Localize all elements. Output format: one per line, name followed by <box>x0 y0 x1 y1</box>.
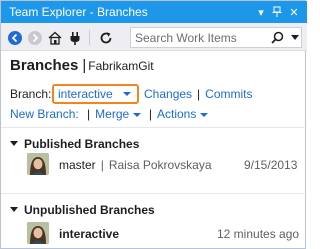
unpublished-section-header[interactable]: Unpublished Branches <box>10 203 155 217</box>
branch-selector-value: interactive <box>58 87 113 101</box>
commits-link[interactable]: Commits <box>205 87 252 101</box>
window-title: Team Explorer - Branches <box>9 5 148 19</box>
link-separator: | <box>197 87 201 101</box>
merge-link[interactable]: Merge <box>95 107 129 121</box>
unpublished-section-title: Unpublished Branches <box>24 203 155 217</box>
toolbar <box>1 23 307 51</box>
collapse-triangle-icon <box>10 141 18 147</box>
search-input[interactable] <box>135 30 265 45</box>
branch-label-row: Branch: <box>10 87 51 101</box>
branch-date: 9/15/2013 <box>244 158 298 172</box>
page-title: Branches <box>10 57 79 74</box>
header-separator: | <box>82 57 87 74</box>
avatar <box>27 222 49 244</box>
published-section-title: Published Branches <box>24 137 140 151</box>
item-separator: | <box>100 158 104 172</box>
team-explorer-window: Team Explorer - Branches ▾ ✕ Search Work… <box>0 0 307 249</box>
action-separator: | <box>87 107 91 121</box>
toolbar-separator <box>89 30 90 45</box>
collapse-triangle-icon <box>10 207 18 213</box>
branch-label: Branch: <box>10 87 52 101</box>
search-box[interactable] <box>130 27 302 48</box>
published-section-header[interactable]: Published Branches <box>10 137 139 151</box>
project-name: FabrikamGit <box>88 59 154 73</box>
avatar <box>27 153 49 175</box>
changes-link[interactable]: Changes <box>144 87 192 101</box>
actions-chevron-icon[interactable] <box>199 112 208 117</box>
home-icon[interactable] <box>46 29 64 47</box>
close-icon[interactable]: ✕ <box>286 4 302 20</box>
branch-links: Changes | Commits <box>144 87 253 101</box>
list-item[interactable]: interactive <box>59 227 119 241</box>
title-bar: Team Explorer - Branches ▾ ✕ <box>1 1 307 23</box>
search-icon[interactable] <box>267 28 287 47</box>
branch-name-master: master <box>59 158 96 172</box>
branch-time: 12 minutes ago <box>217 227 300 241</box>
actions-row: New Branch: | Merge | Actions <box>10 107 208 121</box>
section-divider <box>1 127 307 128</box>
section-divider <box>1 193 307 194</box>
branch-name-interactive: interactive <box>59 227 120 241</box>
dropdown-icon[interactable]: ▾ <box>253 4 269 20</box>
chevron-down-icon <box>123 92 131 96</box>
search-dropdown-icon[interactable] <box>288 28 301 47</box>
forward-icon[interactable] <box>26 29 44 47</box>
new-branch-link[interactable]: New Branch: <box>10 107 79 121</box>
list-item[interactable]: master | Raisa Pokrovskaya <box>59 158 212 172</box>
plug-icon[interactable] <box>66 29 84 47</box>
refresh-icon[interactable] <box>97 29 115 47</box>
page-header: Branches | FabrikamGit <box>10 57 154 74</box>
actions-link[interactable]: Actions <box>157 107 196 121</box>
merge-chevron-icon[interactable] <box>132 112 141 117</box>
branch-author: Raisa Pokrovskaya <box>108 158 212 172</box>
pin-icon[interactable] <box>269 4 285 20</box>
action-separator: | <box>148 107 152 121</box>
back-icon[interactable] <box>6 29 24 47</box>
branch-selector[interactable]: interactive <box>52 84 139 104</box>
